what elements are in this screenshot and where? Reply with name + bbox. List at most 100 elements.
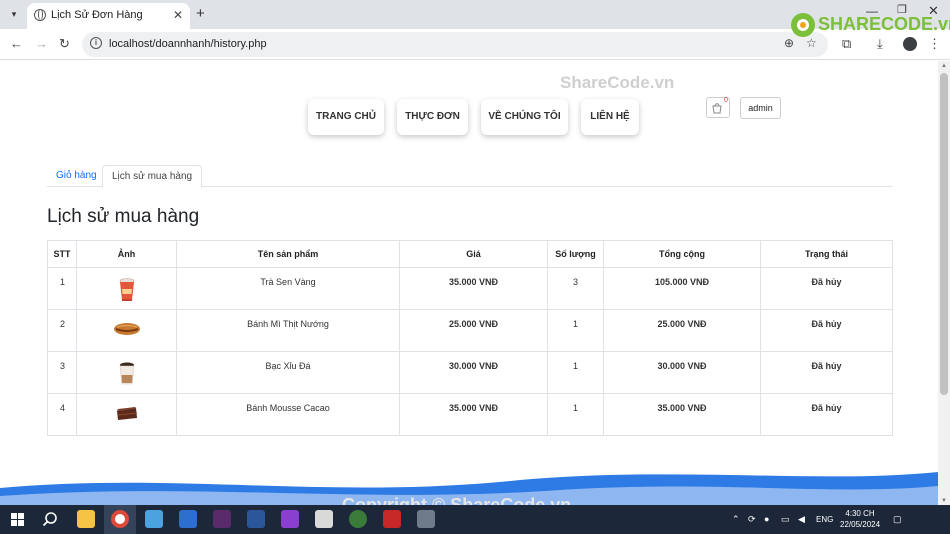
zoom-icon[interactable]: ⊕ — [784, 36, 794, 50]
photos-icon[interactable] — [145, 510, 163, 528]
recorder-app-icon[interactable] — [383, 510, 401, 528]
cell-stt: 4 — [47, 393, 77, 436]
address-bar[interactable]: i localhost/doannhanh/history.php ⊕ ☆ — [82, 32, 828, 57]
tab-history[interactable]: Lịch sử mua hàng — [102, 165, 203, 188]
cell-product-name: Bánh Mousse Cacao — [176, 393, 400, 436]
cell-product-name: Bạc Xỉu Đá — [176, 351, 400, 394]
settings-app-icon[interactable] — [213, 510, 231, 528]
cell-product-name: Bánh Mì Thịt Nướng — [176, 309, 400, 352]
url-text[interactable]: localhost/doannhanh/history.php — [109, 38, 267, 50]
table-header-row: STT Ảnh Tên sản phẩm Giá Số lượng Tổng c… — [47, 240, 893, 268]
nav-about-button[interactable]: VỀ CHÚNG TÔI — [481, 99, 568, 135]
cell-total: 25.000 VNĐ — [603, 309, 761, 352]
nav-menu-button[interactable]: THỰC ĐƠN — [397, 99, 468, 135]
reload-icon[interactable]: ↻ — [59, 36, 70, 52]
browser-tab[interactable]: Lịch Sử Đơn Hàng ✕ — [27, 3, 190, 29]
clock[interactable]: 4:30 CH 22/05/2024 — [840, 508, 880, 530]
word-icon[interactable] — [247, 510, 265, 528]
network-icon[interactable]: ▭ — [781, 514, 790, 525]
cell-status: Đã hủy — [760, 351, 893, 394]
chrome-icon[interactable] — [111, 510, 129, 528]
flix-app-icon[interactable] — [315, 510, 333, 528]
tray-sync-icon[interactable]: ⟳ — [748, 514, 756, 525]
cell-status: Đã hủy — [760, 309, 893, 352]
col-header-stt: STT — [47, 240, 77, 268]
col-header-price: Giá — [399, 240, 548, 268]
scroll-down-icon[interactable]: ▼ — [941, 498, 947, 504]
extensions-icon[interactable]: ⧉ — [842, 36, 851, 52]
bookmark-star-icon[interactable]: ☆ — [806, 36, 817, 50]
coffee-cup-icon — [119, 362, 134, 385]
new-tab-icon[interactable]: + — [196, 5, 205, 22]
site-info-icon[interactable]: i — [90, 37, 102, 49]
search-icon[interactable] — [42, 511, 58, 527]
footer-wave — [0, 472, 938, 505]
forward-icon[interactable]: → — [35, 36, 48, 51]
input-language[interactable]: ENG — [816, 515, 833, 524]
tab-cart[interactable]: Giỏ hàng — [47, 165, 106, 187]
col-header-status: Trạng thái — [760, 240, 893, 268]
cell-product-name: Trà Sen Vàng — [176, 267, 400, 310]
cell-qty: 3 — [547, 267, 604, 310]
nav-contact-button[interactable]: LIÊN HỆ — [581, 99, 639, 135]
cell-stt: 3 — [47, 351, 77, 394]
col-header-image: Ảnh — [76, 240, 177, 268]
cell-status: Đã hủy — [760, 267, 893, 310]
cell-qty: 1 — [547, 351, 604, 394]
cell-image — [76, 267, 177, 310]
tab-title: Lịch Sử Đơn Hàng — [51, 9, 143, 21]
cart-button[interactable]: 0 — [706, 97, 730, 118]
tray-chevron-icon[interactable]: ⌃ — [732, 514, 740, 525]
cell-price: 30.000 VNĐ — [399, 351, 548, 394]
cell-status: Đã hủy — [760, 393, 893, 436]
cell-price: 35.000 VNĐ — [399, 267, 548, 310]
windows-start-icon[interactable] — [11, 513, 24, 526]
banh-mi-icon — [113, 323, 140, 335]
cell-image — [76, 393, 177, 436]
tab-search-icon[interactable]: ▾ — [6, 6, 22, 22]
scroll-thumb[interactable] — [940, 73, 948, 395]
close-tab-icon[interactable]: ✕ — [173, 8, 183, 22]
cart-count: 0 — [724, 97, 728, 104]
notification-icon[interactable]: ▢ — [893, 514, 902, 525]
watermark-top: ShareCode.vn — [560, 73, 675, 92]
globe-icon — [34, 9, 46, 21]
cake-icon — [116, 407, 137, 420]
cell-total: 30.000 VNĐ — [603, 351, 761, 394]
download-icon[interactable]: ⤓ — [877, 36, 883, 52]
cell-stt: 1 — [47, 267, 77, 310]
tea-cup-icon — [119, 278, 134, 301]
nav-home-button[interactable]: TRANG CHỦ — [308, 99, 384, 135]
sharecode-logo: SHARECODE.vn — [790, 12, 950, 38]
table-row: 2 Bánh Mì Thịt Nướng 25.000 VNĐ 1 25.000… — [47, 309, 893, 352]
cart-icon — [712, 103, 722, 114]
col-header-qty: Số lượng — [547, 240, 604, 268]
clock-time: 4:30 CH — [845, 509, 875, 518]
scroll-up-icon[interactable]: ▲ — [941, 63, 947, 69]
file-explorer-icon[interactable] — [77, 510, 95, 528]
volume-icon[interactable]: ◀ — [798, 514, 805, 525]
table-row: 1 Trà Sen Vàng 35.000 VNĐ 3 105.000 VNĐ … — [47, 267, 893, 310]
history-table: STT Ảnh Tên sản phẩm Giá Số lượng Tổng c… — [47, 240, 893, 436]
cell-qty: 1 — [547, 309, 604, 352]
cell-image — [76, 351, 177, 394]
cell-price: 25.000 VNĐ — [399, 309, 548, 352]
table-row: 3 Bạc Xỉu Đá 30.000 VNĐ 1 30.000 VNĐ Đã … — [47, 351, 893, 394]
visual-studio-icon[interactable] — [281, 510, 299, 528]
table-row: 4 Bánh Mousse Cacao 35.000 VNĐ 1 35.000 … — [47, 393, 893, 436]
windows-taskbar: ⌃ ⟳ ● ▭ ◀ ENG 4:30 CH 22/05/2024 ▢ — [0, 505, 950, 534]
network-app-icon[interactable] — [179, 510, 197, 528]
page-title: Lịch sử mua hàng — [47, 206, 200, 227]
hs-app-icon[interactable] — [349, 510, 367, 528]
browser-menu-icon[interactable]: ⋮ — [928, 36, 941, 52]
clock-date: 22/05/2024 — [840, 520, 881, 529]
back-icon[interactable]: ← — [10, 36, 23, 51]
cell-qty: 1 — [547, 393, 604, 436]
col-header-total: Tổng cộng — [603, 240, 761, 268]
unknown-app-icon[interactable] — [417, 510, 435, 528]
cell-total: 105.000 VNĐ — [603, 267, 761, 310]
user-button[interactable]: admin — [740, 97, 781, 119]
profile-avatar[interactable] — [903, 37, 917, 51]
page-scrollbar[interactable]: ▲ ▼ — [938, 61, 950, 505]
microphone-icon[interactable]: ● — [764, 514, 769, 524]
